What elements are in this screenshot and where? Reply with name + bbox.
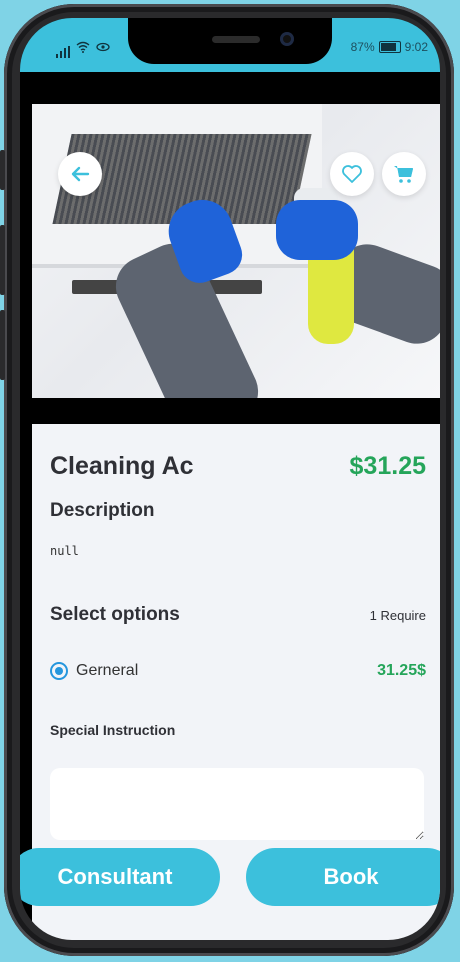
cart-button[interactable] <box>382 152 426 196</box>
option-price: 31.25$ <box>377 662 426 679</box>
back-button[interactable] <box>58 152 102 196</box>
status-left <box>56 40 110 58</box>
battery-percent: 87% <box>350 40 375 54</box>
select-options-heading: Select options <box>50 604 180 625</box>
heart-icon <box>342 165 362 183</box>
battery-icon <box>378 41 401 53</box>
volume-button <box>0 310 5 380</box>
instruction-label-row: Special Instruction <box>50 722 426 738</box>
eye-icon <box>96 40 110 58</box>
special-instruction-label: Special Instruction <box>50 722 176 738</box>
speaker <box>212 36 260 43</box>
product-price: $31.25 <box>349 452 426 480</box>
front-camera <box>280 32 294 46</box>
signal-icon <box>56 46 70 58</box>
status-bar: 87% 9:02 <box>20 18 440 72</box>
book-button[interactable]: Book <box>246 848 440 906</box>
option-row[interactable]: Gerneral 31.25$ <box>50 662 426 680</box>
product-image <box>32 104 440 398</box>
description-heading: Description <box>50 500 155 521</box>
status-time: 9:02 <box>404 40 428 54</box>
status-right: 87% 9:02 <box>351 40 428 54</box>
option-label: Gerneral <box>76 662 139 679</box>
cart-icon <box>394 166 413 183</box>
phone-screen: 87% 9:02 Cleaning Ac $31.25 Description … <box>20 18 440 940</box>
volume-button <box>0 225 5 295</box>
consultant-button[interactable]: Consultant <box>20 848 220 906</box>
special-instruction-input[interactable] <box>50 768 424 840</box>
glove-illustration <box>276 200 358 260</box>
app-top-spacer <box>20 72 440 104</box>
options-header-row: Select options 1 Require <box>50 604 426 626</box>
description-text: null <box>50 544 79 558</box>
notch <box>128 18 332 64</box>
arrow-left-icon <box>71 166 90 182</box>
description-text-row: null <box>50 544 426 558</box>
description-row: Description <box>50 500 426 522</box>
volume-button <box>0 150 5 190</box>
wifi-icon <box>76 40 90 58</box>
title-row: Cleaning Ac $31.25 <box>50 452 426 481</box>
require-badge: 1 Require <box>369 607 426 623</box>
favorite-button[interactable] <box>330 152 374 196</box>
option-general[interactable]: Gerneral <box>50 662 138 680</box>
radio-selected-icon[interactable] <box>50 662 68 680</box>
product-title: Cleaning Ac <box>50 452 194 480</box>
